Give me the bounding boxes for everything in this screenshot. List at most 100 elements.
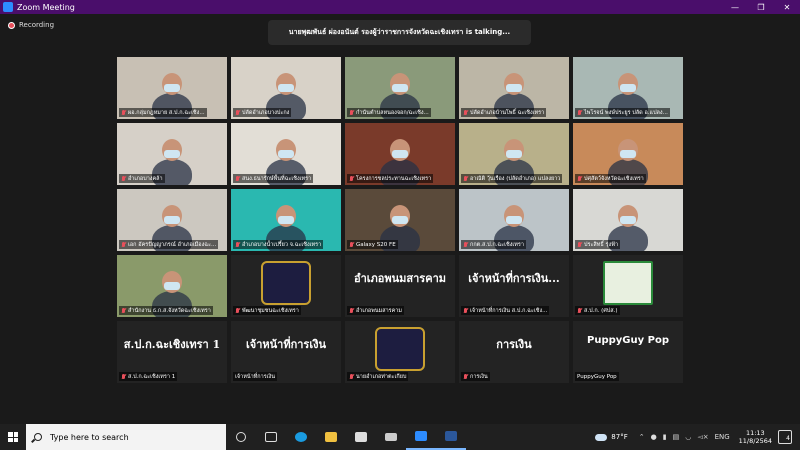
participant-tile[interactable]: สนง.ธนารักษ์พื้นที่ฉะเชิงเทรา: [231, 123, 341, 185]
participant-name-bar: ไพโรจน์ พงษ์ประยูร ปลัด อ.แปลง...: [575, 108, 670, 117]
taskbar-word[interactable]: [436, 424, 466, 450]
participant-tile[interactable]: เจ้าหน้าที่การเงิน เจ้าหน้าที่การเงิน: [231, 321, 341, 383]
participant-name-bar: เอก อัครปัญญาภรณ์ อำเภอเมืองฉะ...: [119, 240, 219, 249]
recording-indicator[interactable]: Recording: [8, 21, 54, 29]
taskbar-search[interactable]: Type here to search: [26, 424, 226, 450]
participant-name-bar: ประสิทธิ์ รุ่งฟ้า: [575, 240, 621, 249]
microphone-icon[interactable]: ▮: [663, 433, 667, 441]
participant-name: ไพโรจน์ พงษ์ประยูร ปลัด อ.แปลง...: [584, 109, 668, 116]
participant-tile[interactable]: กกต.ส.ป.ก.ฉะเชิงเทรา: [459, 189, 569, 251]
notification-count: 4: [786, 435, 790, 442]
participant-name: สำนักงาน ธ.ก.ส.จังหวัดฉะเชิงเทรา: [128, 307, 211, 314]
participant-name-bar: อำเภอพนมสารคาม: [347, 306, 405, 315]
participant-name-bar: ผอ.กลุ่มกฎหมาย ส.ป.ก.ฉะเชิง...: [119, 108, 207, 117]
volume-muted-icon[interactable]: ◅×: [697, 433, 708, 441]
wifi-icon[interactable]: ◡: [685, 433, 691, 441]
participant-tile[interactable]: ปศุสัตว์จังหวัดฉะเชิงเทรา: [573, 123, 683, 185]
system-tray: 87°F ⌃ ● ▮ ▤ ◡ ◅× ENG 11:13 11/8/2564 4: [595, 424, 800, 450]
chevron-up-icon[interactable]: ⌃: [639, 433, 645, 441]
mail-icon: [385, 433, 397, 441]
mic-muted-icon: [463, 109, 468, 116]
participant-tile[interactable]: อำเภอบางคล้า: [117, 123, 227, 185]
weather-widget[interactable]: 87°F: [595, 433, 628, 441]
participant-name-bar: โครงการชลประทานฉะเชิงเทรา: [347, 174, 434, 183]
participant-tile[interactable]: ประสิทธิ์ รุ่งฟ้า: [573, 189, 683, 251]
face-mask: [278, 150, 294, 158]
face-mask: [278, 216, 294, 224]
participant-name: ปลัดอำเภอบางปะกง: [242, 109, 290, 116]
participant-name: การเงิน: [470, 373, 488, 380]
windows-logo-icon: [8, 432, 18, 442]
mic-muted-icon: [349, 307, 354, 314]
participant-name-bar: อาณัติ วุ้นเรือง (ปลัดอำเภอ) แปลงยาว: [461, 174, 563, 183]
record-icon: [8, 21, 15, 29]
participant-tile[interactable]: ส.ป.ก. (ศปส.): [573, 255, 683, 317]
participant-name: เอก อัครปัญญาภรณ์ อำเภอเมืองฉะ...: [128, 241, 217, 248]
taskbar-mail[interactable]: [376, 424, 406, 450]
mic-muted-icon: [121, 175, 126, 182]
task-view-button[interactable]: [256, 424, 286, 450]
face-mask: [620, 216, 636, 224]
participant-display-name: อำเภอพนมสารคาม: [353, 272, 446, 285]
participant-name-bar: กกต.ส.ป.ก.ฉะเชิงเทรา: [461, 240, 526, 249]
participant-tile[interactable]: ปลัดอำเภอบางปะกง: [231, 57, 341, 119]
participant-name-bar: การเงิน: [461, 372, 490, 381]
participant-tile[interactable]: โครงการชลประทานฉะเชิงเทรา: [345, 123, 455, 185]
people-icon[interactable]: ●: [651, 433, 657, 441]
language-indicator[interactable]: ENG: [715, 433, 730, 441]
taskbar-file-explorer[interactable]: [316, 424, 346, 450]
participant-tile[interactable]: พัฒนาชุมชนฉะเชิงเทรา: [231, 255, 341, 317]
mic-muted-icon: [349, 175, 354, 182]
participant-name: พัฒนาชุมชนฉะเชิงเทรา: [242, 307, 299, 314]
participant-tile[interactable]: ไพโรจน์ พงษ์ประยูร ปลัด อ.แปลง...: [573, 57, 683, 119]
participant-tile[interactable]: อาณัติ วุ้นเรือง (ปลัดอำเภอ) แปลงยาว: [459, 123, 569, 185]
participant-tile[interactable]: ปลัดอำเภอบ้านโพธิ์ ฉะเชิงเทรา: [459, 57, 569, 119]
participant-logo: [261, 261, 311, 305]
close-button[interactable]: ✕: [774, 0, 800, 14]
participant-tile[interactable]: ผอ.กลุ่มกฎหมาย ส.ป.ก.ฉะเชิง...: [117, 57, 227, 119]
participant-logo: [375, 327, 425, 371]
participant-name: ประสิทธิ์ รุ่งฟ้า: [584, 241, 619, 248]
taskbar-edge[interactable]: [286, 424, 316, 450]
minimize-button[interactable]: —: [722, 0, 748, 14]
participant-name-bar: เจ้าหน้าที่การเงิน: [233, 372, 277, 381]
participant-tile[interactable]: นายอำเภอท่าตะเกียบ: [345, 321, 455, 383]
mic-muted-icon: [577, 175, 582, 182]
participant-tile[interactable]: การเงิน การเงิน: [459, 321, 569, 383]
cortana-button[interactable]: [226, 424, 256, 450]
face-mask: [164, 84, 180, 92]
clock-time: 11:13: [745, 429, 765, 437]
participant-tile[interactable]: Galaxy S20 FE: [345, 189, 455, 251]
taskbar-zoom[interactable]: [406, 424, 436, 450]
zoom-app-icon: [3, 2, 13, 12]
participant-name-bar: ปลัดอำเภอบ้านโพธิ์ ฉะเชิงเทรา: [461, 108, 547, 117]
face-mask: [620, 84, 636, 92]
participant-name: ส.ป.ก.ฉะเชิงเทรา 1: [128, 373, 176, 380]
participant-tile[interactable]: อำเภอบางน้ำเปรี้ยว จ.ฉะเชิงเทรา: [231, 189, 341, 251]
participant-tile[interactable]: ส.ป.ก.ฉะเชิงเทรา 1 ส.ป.ก.ฉะเชิงเทรา 1: [117, 321, 227, 383]
mic-muted-icon: [121, 307, 126, 314]
participant-name-bar: นายอำเภอท่าตะเกียบ: [347, 372, 409, 381]
participant-name-bar: ปลัดอำเภอบางปะกง: [233, 108, 292, 117]
notification-center-button[interactable]: 4: [778, 430, 792, 444]
face-mask: [392, 216, 408, 224]
clock[interactable]: 11:13 11/8/2564: [739, 429, 772, 445]
store-icon: [355, 432, 367, 442]
participant-tile[interactable]: สำนักงาน ธ.ก.ส.จังหวัดฉะเชิงเทรา: [117, 255, 227, 317]
meeting-area: Recording นายพุฒพันธ์ ผ่องอนันต์ รองผู้ว…: [0, 14, 800, 424]
network-icon[interactable]: ▤: [673, 433, 680, 441]
face-mask: [392, 84, 408, 92]
participant-name-bar: พัฒนาชุมชนฉะเชิงเทรา: [233, 306, 301, 315]
maximize-button[interactable]: ❐: [748, 0, 774, 14]
participant-tile[interactable]: PuppyGuy Pop PuppyGuy Pop: [573, 321, 683, 383]
participant-tile[interactable]: กำนันตำบลหนองจอก/ฉะเชิง...: [345, 57, 455, 119]
mic-muted-icon: [577, 241, 582, 248]
face-mask: [506, 216, 522, 224]
participant-tile[interactable]: อำเภอพนมสารคาม อำเภอพนมสารคาม: [345, 255, 455, 317]
clock-date: 11/8/2564: [738, 437, 772, 445]
participant-tile[interactable]: เจ้าหน้าที่การเงิน... เจ้าหน้าที่การเงิน …: [459, 255, 569, 317]
participant-name: กำนันตำบลหนองจอก/ฉะเชิง...: [356, 109, 429, 116]
start-button[interactable]: [0, 424, 26, 450]
taskbar-store[interactable]: [346, 424, 376, 450]
participant-tile[interactable]: เอก อัครปัญญาภรณ์ อำเภอเมืองฉะ...: [117, 189, 227, 251]
